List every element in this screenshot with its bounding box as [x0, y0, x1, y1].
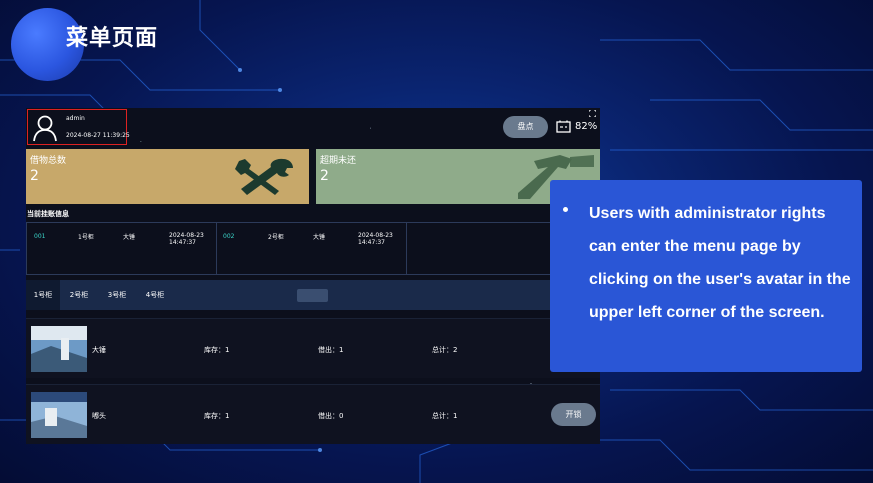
- app-screenshot: admin 2024-08-27 11:39:25 盘点 82% 借物总数 2 …: [26, 108, 600, 444]
- tab-cabinet-2[interactable]: 2号柜: [62, 280, 96, 310]
- fullscreen-icon[interactable]: [589, 110, 596, 117]
- record-date: 2024-08-23: [169, 232, 204, 239]
- item-row: 嘟头 库存：1 借出：0 总计：1 开锁: [26, 384, 600, 444]
- tab-cabinet-4[interactable]: 4号柜: [138, 280, 172, 310]
- total-borrowed-label: 借物总数: [30, 156, 67, 166]
- record-cabinet: 2号柜: [268, 234, 284, 241]
- item-stock: 库存：1: [204, 346, 230, 354]
- item-lent: 借出：1: [318, 346, 344, 354]
- user-avatar-area[interactable]: admin 2024-08-27 11:39:25: [27, 109, 130, 145]
- unlock-button[interactable]: 开锁: [551, 403, 596, 426]
- record-cabinet: 1号柜: [78, 234, 94, 241]
- total-borrowed-card: 借物总数 2: [26, 149, 309, 204]
- current-datetime: 2024-08-27 11:39:25: [66, 132, 130, 139]
- battery-icon: [556, 120, 571, 133]
- item-lent: 借出：0: [318, 412, 344, 420]
- borrow-record: 001 1号柜 大锤 2024-08-23 14:47:37: [27, 223, 217, 274]
- slide-title: 菜单页面: [66, 26, 159, 51]
- record-time: 14:47:37: [358, 239, 385, 246]
- borrow-record: 002 2号柜 大锤 2024-08-23 14:47:37: [217, 223, 407, 274]
- tab-action-button[interactable]: [297, 289, 328, 302]
- item-photo: [31, 392, 87, 438]
- tab-cabinet-3[interactable]: 3号柜: [100, 280, 134, 310]
- tab-cabinet-1[interactable]: 1号柜: [26, 280, 60, 310]
- callout-text: Users with administrator rights can ente…: [589, 205, 851, 321]
- record-time: 14:47:37: [169, 239, 196, 246]
- battery-level: 82%: [575, 121, 598, 132]
- item-photo: [31, 326, 87, 372]
- record-item: 大锤: [123, 234, 136, 241]
- item-total: 总计：2: [432, 346, 458, 354]
- item-name: 嘟头: [92, 412, 106, 420]
- username: admin: [66, 115, 85, 122]
- bullet-icon: [563, 207, 568, 212]
- cabinet-tabs: 1号柜 2号柜 3号柜 4号柜: [26, 280, 600, 310]
- item-stock: 库存：1: [204, 412, 230, 420]
- record-number: 001: [34, 233, 46, 240]
- record-item: 大锤: [313, 234, 326, 241]
- explanation-callout: Users with administrator rights can ente…: [550, 180, 862, 372]
- record-date: 2024-08-23: [358, 232, 393, 239]
- record-number: 002: [223, 233, 235, 240]
- item-total: 总计：1: [432, 412, 458, 420]
- overdue-value: 2: [320, 168, 329, 184]
- borrow-info-title: 当前挂账信息: [27, 210, 69, 218]
- user-avatar-icon[interactable]: [33, 114, 57, 142]
- item-name: 大锤: [92, 346, 106, 354]
- inventory-button[interactable]: 盘点: [503, 116, 548, 138]
- tools-icon: [235, 158, 293, 195]
- item-row: 大锤 库存：1 借出：1 总计：2: [26, 318, 600, 378]
- borrow-records-strip: 001 1号柜 大锤 2024-08-23 14:47:37 002 2号柜 大…: [26, 222, 600, 275]
- total-borrowed-value: 2: [30, 168, 39, 184]
- overdue-label: 超期未还: [320, 156, 357, 166]
- app-header: admin 2024-08-27 11:39:25 盘点 82%: [26, 108, 600, 146]
